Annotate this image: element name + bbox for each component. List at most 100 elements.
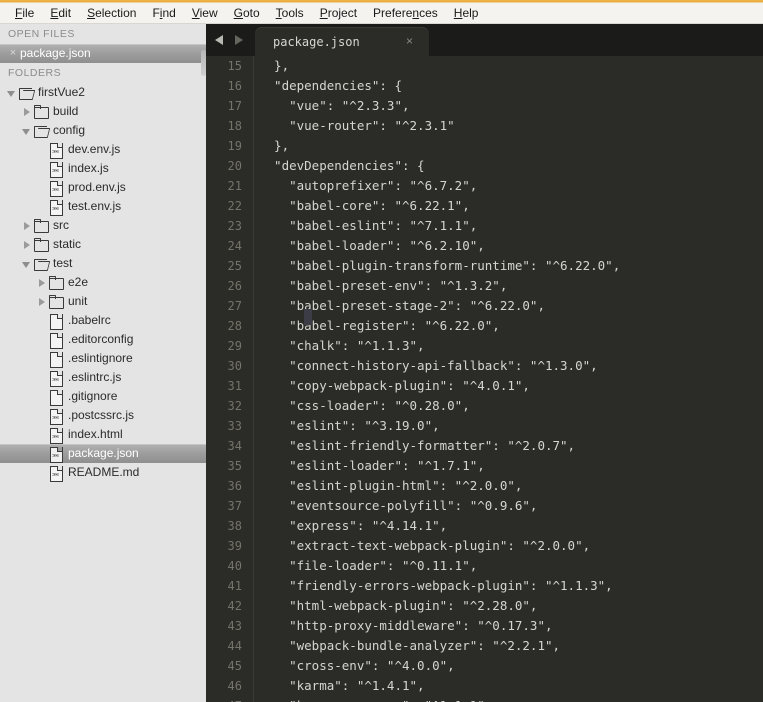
line-number: 38 <box>227 519 242 533</box>
line-text[interactable]: "karma-coverage": "^1.1.1", <box>246 696 492 702</box>
tab-package-json[interactable]: package.json × <box>255 27 429 56</box>
menu-item-help[interactable]: Help <box>446 3 487 23</box>
tree-item-eslintrc-js[interactable]: .eslintrc.js <box>0 368 206 387</box>
line-text[interactable]: "vue": "^2.3.3", <box>246 96 409 116</box>
tab-label: package.json <box>273 34 360 49</box>
code-line: 40 "file-loader": "^0.11.1", <box>206 556 763 576</box>
chevron-down-icon[interactable] <box>6 87 18 99</box>
close-icon[interactable]: × <box>6 44 20 63</box>
tree-item-unit[interactable]: unit <box>0 292 206 311</box>
chevron-down-icon[interactable] <box>21 125 33 137</box>
line-text[interactable]: "webpack-bundle-analyzer": "^2.2.1", <box>246 636 560 656</box>
arrow-right-icon[interactable] <box>231 32 246 47</box>
line-text[interactable]: "extract-text-webpack-plugin": "^2.0.0", <box>246 536 590 556</box>
tree-item-build[interactable]: build <box>0 102 206 121</box>
menu-item-file[interactable]: File <box>7 3 42 23</box>
line-text[interactable]: "chalk": "^1.1.3", <box>246 336 424 356</box>
close-icon[interactable]: × <box>406 34 413 48</box>
tree-item-label: test <box>53 256 73 270</box>
code-lines: 15 }, 16 "dependencies": {17 "vue": "^2.3… <box>206 56 763 702</box>
menu-item-edit[interactable]: Edit <box>42 3 79 23</box>
line-number: 32 <box>227 399 242 413</box>
line-text[interactable]: "babel-plugin-transform-runtime": "^6.22… <box>246 256 620 276</box>
line-text[interactable]: "http-proxy-middleware": "^0.17.3", <box>246 616 552 636</box>
line-text[interactable]: "css-loader": "^0.28.0", <box>246 396 470 416</box>
tree-item-eslintignore[interactable]: .eslintignore <box>0 349 206 368</box>
tree-item-label: unit <box>68 294 88 308</box>
file-code-icon <box>48 427 64 444</box>
code-line: 18 "vue-router": "^2.3.1" <box>206 116 763 136</box>
chevron-right-icon[interactable] <box>36 277 48 289</box>
tree-item-label: .postcssrc.js <box>68 408 135 422</box>
line-text[interactable]: "babel-preset-stage-2": "^6.22.0", <box>246 296 545 316</box>
menu-item-view[interactable]: View <box>184 3 226 23</box>
text-caret <box>304 309 312 325</box>
tree-item-config[interactable]: config <box>0 121 206 140</box>
line-text[interactable]: "eslint-plugin-html": "^2.0.0", <box>246 476 522 496</box>
menu-item-selection[interactable]: Selection <box>79 3 144 23</box>
line-text[interactable]: "babel-register": "^6.22.0", <box>246 316 500 336</box>
line-text[interactable]: "autoprefixer": "^6.7.2", <box>246 176 477 196</box>
line-text[interactable]: "friendly-errors-webpack-plugin": "^1.1.… <box>246 576 613 596</box>
line-number: 43 <box>227 619 242 633</box>
line-text[interactable]: "html-webpack-plugin": "^2.28.0", <box>246 596 537 616</box>
menu-item-find[interactable]: Find <box>144 3 183 23</box>
chevron-right-icon[interactable] <box>21 220 33 232</box>
tree-item-test[interactable]: test <box>0 254 206 273</box>
line-text[interactable]: "dependencies": { <box>246 76 402 96</box>
file-code-icon <box>48 465 64 482</box>
line-text[interactable]: "cross-env": "^4.0.0", <box>246 656 455 676</box>
line-text[interactable]: "eslint-friendly-formatter": "^2.0.7", <box>246 436 575 456</box>
menu-item-tools[interactable]: Tools <box>268 3 312 23</box>
line-text[interactable]: "file-loader": "^0.11.1", <box>246 556 477 576</box>
tree-item-static[interactable]: static <box>0 235 206 254</box>
line-text[interactable]: "babel-core": "^6.22.1", <box>246 196 470 216</box>
line-text[interactable]: "connect-history-api-fallback": "^1.3.0"… <box>246 356 598 376</box>
menu-item-goto[interactable]: Goto <box>226 3 268 23</box>
line-number: 44 <box>227 639 242 653</box>
chevron-down-icon[interactable] <box>21 258 33 270</box>
tree-item-prod-env-js[interactable]: prod.env.js <box>0 178 206 197</box>
chevron-right-icon[interactable] <box>21 106 33 118</box>
tree-item-index-js[interactable]: index.js <box>0 159 206 178</box>
line-text[interactable]: "eslint": "^3.19.0", <box>246 416 440 436</box>
code-line: 39 "extract-text-webpack-plugin": "^2.0.… <box>206 536 763 556</box>
tree-item-firstvue2[interactable]: firstVue2 <box>0 83 206 102</box>
code-line: 34 "eslint-friendly-formatter": "^2.0.7"… <box>206 436 763 456</box>
arrow-left-icon[interactable] <box>212 32 227 47</box>
tree-item-label: .editorconfig <box>68 332 134 346</box>
sidebar[interactable]: OPEN FILES × package.json FOLDERS firstVu… <box>0 24 206 702</box>
line-text[interactable]: "express": "^4.14.1", <box>246 516 447 536</box>
tree-item-readme-md[interactable]: README.md <box>0 463 206 482</box>
line-text[interactable]: "devDependencies": { <box>246 156 425 176</box>
line-text[interactable]: "babel-loader": "^6.2.10", <box>246 236 485 256</box>
open-file-row[interactable]: × package.json <box>0 44 206 63</box>
line-text[interactable]: "babel-eslint": "^7.1.1", <box>246 216 477 236</box>
menu-item-project[interactable]: Project <box>312 3 365 23</box>
folder-open-icon <box>18 86 34 100</box>
tree-item-index-html[interactable]: index.html <box>0 425 206 444</box>
tree-item-label: firstVue2 <box>38 85 85 99</box>
tree-item-src[interactable]: src <box>0 216 206 235</box>
tree-item-gitignore[interactable]: .gitignore <box>0 387 206 406</box>
line-text[interactable]: "copy-webpack-plugin": "^4.0.1", <box>246 376 530 396</box>
tab-bar: package.json × <box>206 24 763 56</box>
menu-item-preferences[interactable]: Preferences <box>365 3 446 23</box>
chevron-right-icon[interactable] <box>21 239 33 251</box>
tree-item-postcssrc-js[interactable]: .postcssrc.js <box>0 406 206 425</box>
tree-item-test-env-js[interactable]: test.env.js <box>0 197 206 216</box>
line-text[interactable]: "eslint-loader": "^1.7.1", <box>246 456 485 476</box>
file-code-icon <box>48 408 64 425</box>
line-text[interactable]: "karma": "^1.4.1", <box>246 676 424 696</box>
tree-item-package-json[interactable]: package.json <box>0 444 206 463</box>
tree-item-dev-env-js[interactable]: dev.env.js <box>0 140 206 159</box>
tree-item-e2e[interactable]: e2e <box>0 273 206 292</box>
chevron-right-icon[interactable] <box>36 296 48 308</box>
tree-item-editorconfig[interactable]: .editorconfig <box>0 330 206 349</box>
tree-item-babelrc[interactable]: .babelrc <box>0 311 206 330</box>
line-text[interactable]: "eventsource-polyfill": "^0.9.6", <box>246 496 537 516</box>
line-text[interactable]: "babel-preset-env": "^1.3.2", <box>246 276 507 296</box>
line-text[interactable]: "vue-router": "^2.3.1" <box>246 116 455 136</box>
code-line: 41 "friendly-errors-webpack-plugin": "^1… <box>206 576 763 596</box>
code-area[interactable]: 15 }, 16 "dependencies": {17 "vue": "^2.3… <box>206 56 763 702</box>
